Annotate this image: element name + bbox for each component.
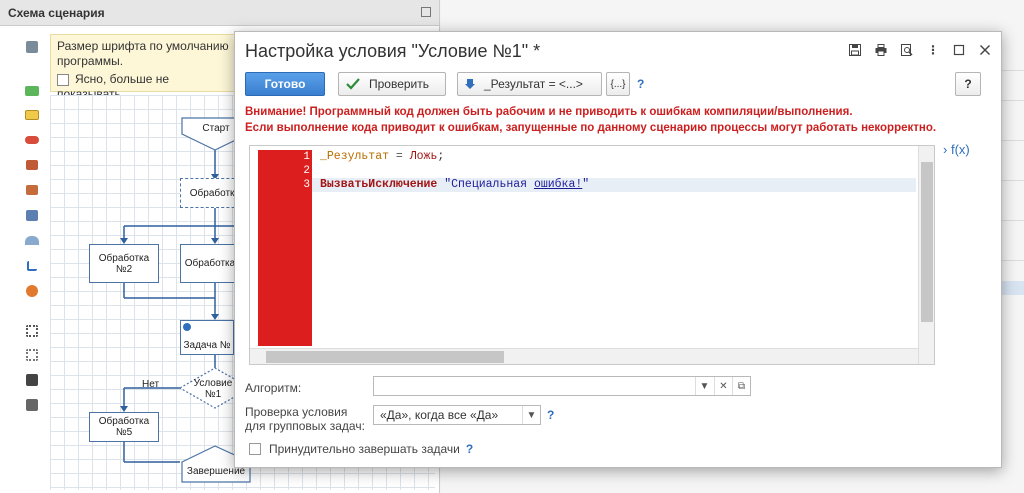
code-text-area[interactable]: _Результат = Ложь; ВызватьИсключение "Сп… xyxy=(312,150,916,346)
chevron-right-icon: › xyxy=(943,142,948,157)
braces-button[interactable]: {...} xyxy=(606,72,630,96)
group-check-label-line1: Проверка условия xyxy=(245,405,348,419)
algorithm-field[interactable]: ▼ ✕ ⧉ xyxy=(373,376,751,396)
code-string-start: "Специальная xyxy=(437,178,534,191)
print-icon[interactable] xyxy=(875,44,887,56)
force-finish-checkbox[interactable] xyxy=(249,443,261,455)
close-icon[interactable] xyxy=(979,44,991,56)
code-warning: Внимание! Программный код должен быть ра… xyxy=(245,104,936,136)
processing5-node[interactable]: Обработка №5 xyxy=(89,412,159,442)
condition-node-label[interactable]: Условие №1 xyxy=(192,378,234,400)
code-operator: = xyxy=(389,150,410,163)
processing2-node[interactable]: Обработка №2 xyxy=(89,244,159,283)
algorithm-label: Алгоритм: xyxy=(245,381,302,395)
code-editor[interactable]: 1 2 3 _Результат = Ложь; ВызватьИсключен… xyxy=(249,145,935,365)
dropdown-arrow-icon[interactable]: ▼ xyxy=(695,377,713,395)
clear-icon[interactable]: ✕ xyxy=(714,377,732,395)
code-line-3: ВызватьИсключение "Специальная ошибка!" xyxy=(312,178,916,192)
warning-line-1: Внимание! Программный код должен быть ра… xyxy=(245,106,853,118)
group-check-label-line2: для групповых задач: xyxy=(245,419,365,433)
force-finish-label: Принудительно завершать задачи xyxy=(269,442,460,456)
group-check-value: «Да», когда все «Да» xyxy=(380,408,499,422)
code-semicolon: ; xyxy=(437,150,445,163)
dialog-title: Настройка условия "Условие №1" * xyxy=(245,41,541,61)
dialog-toolbar: Готово Проверить _Результат = <...> {...… xyxy=(245,72,991,96)
code-variable: _Результат xyxy=(320,150,390,163)
help-button[interactable]: ? xyxy=(955,72,981,96)
condition-settings-dialog: Настройка условия "Условие №1" * ⋮ Готов… xyxy=(234,31,1002,468)
group-check-select[interactable]: «Да», когда все «Да» ▼ xyxy=(373,405,541,425)
maximize-icon[interactable] xyxy=(953,44,965,56)
code-line-1: _Результат = Ложь; xyxy=(312,150,916,164)
result-dropdown-button[interactable]: _Результат = <...> xyxy=(457,72,602,96)
line-number: 1 xyxy=(303,151,310,163)
code-string-highlight: ошибка! xyxy=(533,178,583,191)
code-value: Ложь xyxy=(409,150,438,163)
more-icon[interactable]: ⋮ xyxy=(927,44,939,56)
open-icon[interactable]: ⧉ xyxy=(732,377,750,395)
task-node-label: Задача № xyxy=(183,340,231,351)
check-code-icon xyxy=(346,78,360,90)
dialog-window-controls: ⋮ xyxy=(849,44,991,56)
functions-toggle[interactable]: › f(x) xyxy=(943,142,970,157)
check-button[interactable]: Проверить xyxy=(338,72,446,96)
vscroll-thumb[interactable] xyxy=(921,162,933,322)
hscroll-thumb[interactable] xyxy=(266,351,504,363)
toolbar-help-link[interactable]: ? xyxy=(637,77,644,91)
code-string-end: " xyxy=(582,178,590,191)
processing3-node[interactable]: Обработка xyxy=(180,244,240,283)
result-dropdown-label: _Результат = <...> xyxy=(484,77,583,91)
force-finish-help[interactable]: ? xyxy=(466,442,473,456)
group-check-label: Проверка условия для групповых задач: xyxy=(245,405,365,433)
group-check-help[interactable]: ? xyxy=(547,408,554,422)
line-number: 2 xyxy=(303,165,310,177)
fx-label: f(x) xyxy=(950,142,970,157)
no-branch-label: Нет xyxy=(142,379,160,390)
ready-button[interactable]: Готово xyxy=(245,72,325,96)
force-finish-checkbox-row[interactable]: Принудительно завершать задачи ? xyxy=(249,442,473,456)
warning-line-2: Если выполнение кода приводит к ошибкам,… xyxy=(245,122,937,134)
save-icon[interactable] xyxy=(849,44,861,56)
dropdown-arrow-icon[interactable]: ▼ xyxy=(522,406,540,424)
user-icon xyxy=(183,323,191,331)
start-node-label[interactable]: Старт xyxy=(194,121,238,135)
preview-icon[interactable] xyxy=(901,44,913,56)
line-numbers: 1 2 3 xyxy=(300,150,310,192)
check-button-label: Проверить xyxy=(369,77,430,91)
line-number: 3 xyxy=(303,179,310,191)
arrow-down-icon xyxy=(465,79,475,89)
code-function-call: ВызватьИсключение xyxy=(320,178,438,191)
editor-horizontal-scrollbar[interactable] xyxy=(250,348,918,364)
editor-vertical-scrollbar[interactable] xyxy=(918,146,934,364)
